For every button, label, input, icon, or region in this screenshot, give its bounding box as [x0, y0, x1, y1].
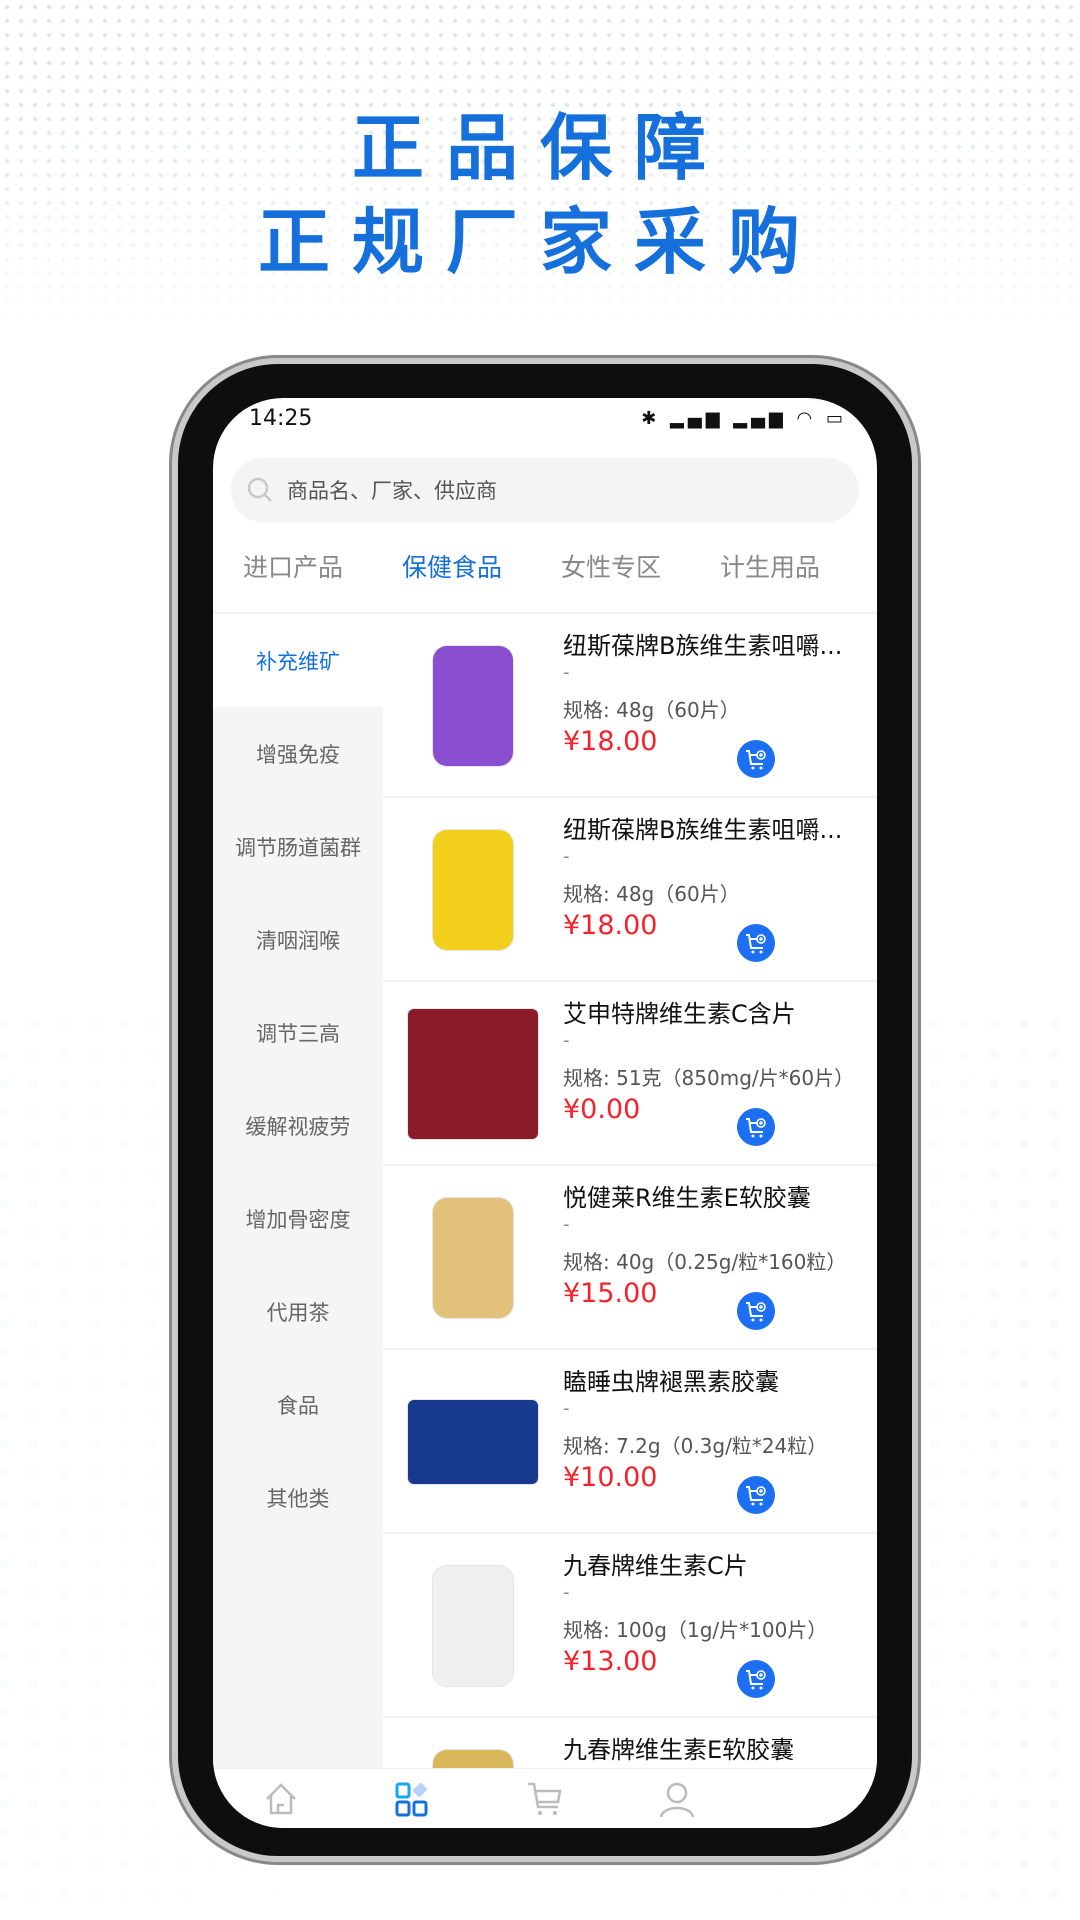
product-title[interactable]: 悦健莱R维生素E软胶囊: [563, 1178, 863, 1213]
add-to-cart-button[interactable]: [737, 1292, 775, 1330]
product-image[interactable]: [393, 994, 553, 1154]
product-row[interactable]: 纽斯葆牌B族维生素咀嚼... - 规格: 48g（60片） ¥18.00: [383, 798, 877, 982]
headline-line1: 正品保障: [351, 106, 728, 190]
product-title[interactable]: 艾申特牌维生素C含片: [563, 994, 863, 1029]
cart-plus-icon: [746, 1670, 766, 1690]
product-spec: 规格: 48g（60片）: [563, 882, 740, 906]
product-image[interactable]: [393, 1362, 553, 1522]
search-placeholder: 商品名、厂家、供应商: [287, 479, 497, 503]
product-subtitle: -: [563, 1582, 570, 1603]
sidebar-item[interactable]: 缓解视疲劳: [213, 1079, 383, 1172]
sidebar-item[interactable]: 清咽润喉: [213, 893, 383, 986]
search-icon: [247, 477, 272, 502]
product-title[interactable]: 纽斯葆牌B族维生素咀嚼...: [563, 626, 863, 661]
product-title[interactable]: 九春牌维生素E软胶囊: [563, 1730, 863, 1765]
product-price: ¥13.00: [563, 1646, 658, 1677]
add-to-cart-button[interactable]: [737, 1660, 775, 1698]
product-row[interactable]: 悦健莱R维生素E软胶囊 - 规格: 40g（0.25g/粒*160粒） ¥15.…: [383, 1166, 877, 1350]
product-price: ¥0.00: [563, 1094, 641, 1125]
tab-women[interactable]: 女性专区: [561, 548, 661, 584]
product-subtitle: -: [563, 1214, 570, 1235]
product-price: ¥18.00: [563, 910, 658, 941]
product-row[interactable]: 九春牌维生素E软胶囊: [383, 1718, 877, 1768]
sidebar-item[interactable]: 补充维矿: [213, 614, 383, 707]
product-spec: 规格: 7.2g（0.3g/粒*24粒）: [563, 1434, 828, 1458]
product-row[interactable]: 艾申特牌维生素C含片 - 规格: 51克（850mg/片*60片） ¥0.00: [383, 982, 877, 1166]
product-price: ¥15.00: [563, 1278, 658, 1309]
sidebar-item[interactable]: 调节肠道菌群: [213, 800, 383, 893]
status-time: 14:25: [249, 405, 313, 431]
status-bar: 14:25 ✱ ▂▄▆ ▂▄▆ ◠ ▭: [249, 404, 847, 432]
cart-plus-icon: [746, 750, 766, 770]
category-tabs: 进口产品 保健食品 女性专区 计生用品: [213, 548, 877, 592]
product-spec: 规格: 100g（1g/片*100片）: [563, 1618, 828, 1642]
product-row[interactable]: 瞌睡虫牌褪黑素胶囊 - 规格: 7.2g（0.3g/粒*24粒） ¥10.00: [383, 1350, 877, 1534]
headline-line2: 正规厂家采购: [257, 200, 822, 284]
bottom-nav: [213, 1768, 877, 1828]
cart-plus-icon: [746, 1486, 766, 1506]
phone-screen: 14:25 ✱ ▂▄▆ ▂▄▆ ◠ ▭ 商品名、厂家、供应商 进口产品 保健食品…: [213, 398, 877, 1828]
product-title[interactable]: 瞌睡虫牌褪黑素胶囊: [563, 1362, 863, 1397]
tab-health-food[interactable]: 保健食品: [402, 548, 502, 584]
cart-plus-icon: [746, 1302, 766, 1322]
cart-plus-icon: [746, 934, 766, 954]
add-to-cart-button[interactable]: [737, 1108, 775, 1146]
tab-imported[interactable]: 进口产品: [243, 548, 343, 584]
sidebar-item[interactable]: 增强免疫: [213, 707, 383, 800]
product-title[interactable]: 纽斯葆牌B族维生素咀嚼...: [563, 810, 863, 845]
product-subtitle: -: [563, 1398, 570, 1419]
category-icon[interactable]: [392, 1779, 432, 1819]
product-spec: 规格: 40g（0.25g/粒*160粒）: [563, 1250, 847, 1274]
search-input[interactable]: 商品名、厂家、供应商: [231, 458, 859, 522]
add-to-cart-button[interactable]: [737, 1476, 775, 1514]
product-image[interactable]: [393, 1730, 553, 1768]
cart-icon[interactable]: [525, 1779, 565, 1819]
product-image[interactable]: [393, 1178, 553, 1338]
product-spec: 规格: 51克（850mg/片*60片）: [563, 1066, 855, 1090]
product-list: 纽斯葆牌B族维生素咀嚼... - 规格: 48g（60片） ¥18.00 纽斯葆…: [383, 614, 877, 1768]
product-image[interactable]: [393, 810, 553, 970]
product-title[interactable]: 九春牌维生素C片: [563, 1546, 863, 1581]
product-subtitle: -: [563, 846, 570, 867]
add-to-cart-button[interactable]: [737, 740, 775, 778]
user-icon[interactable]: [657, 1779, 697, 1819]
product-spec: 规格: 48g（60片）: [563, 698, 740, 722]
add-to-cart-button[interactable]: [737, 924, 775, 962]
product-image[interactable]: [393, 1546, 553, 1706]
status-icons: ✱ ▂▄▆ ▂▄▆ ◠ ▭: [641, 407, 847, 429]
sidebar-item[interactable]: 增加骨密度: [213, 1172, 383, 1265]
tab-family-planning[interactable]: 计生用品: [720, 548, 820, 584]
home-icon[interactable]: [261, 1779, 301, 1819]
sidebar-item[interactable]: 代用茶: [213, 1265, 383, 1358]
product-image[interactable]: [393, 626, 553, 786]
sidebar-item[interactable]: 调节三高: [213, 986, 383, 1079]
sidebar-item[interactable]: 其他类: [213, 1451, 383, 1544]
product-row[interactable]: 九春牌维生素C片 - 规格: 100g（1g/片*100片） ¥13.00: [383, 1534, 877, 1718]
product-subtitle: -: [563, 662, 570, 683]
sidebar: 补充维矿 增强免疫 调节肠道菌群 清咽润喉 调节三高 缓解视疲劳 增加骨密度 代…: [213, 614, 383, 1768]
product-row[interactable]: 纽斯葆牌B族维生素咀嚼... - 规格: 48g（60片） ¥18.00: [383, 614, 877, 798]
product-price: ¥10.00: [563, 1462, 658, 1493]
product-subtitle: -: [563, 1030, 570, 1051]
sidebar-item[interactable]: 食品: [213, 1358, 383, 1451]
product-price: ¥18.00: [563, 726, 658, 757]
cart-plus-icon: [746, 1118, 766, 1138]
